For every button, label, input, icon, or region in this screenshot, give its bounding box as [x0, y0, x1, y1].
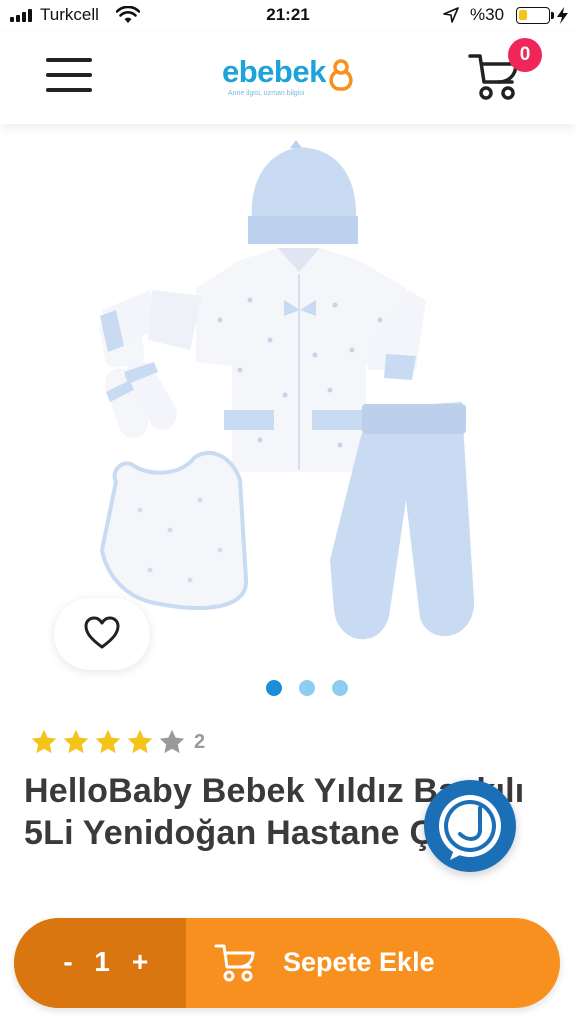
chat-support-button[interactable]: [424, 780, 516, 872]
battery-tip: [551, 12, 554, 19]
gallery-dot-2[interactable]: [299, 680, 315, 696]
cart-count-badge: 0: [508, 38, 542, 72]
location-arrow-icon: [443, 7, 459, 23]
star-filled-icon: [95, 729, 121, 754]
menu-button[interactable]: [46, 58, 92, 96]
heart-outline-icon: [84, 616, 120, 649]
star-filled-icon: [31, 729, 57, 754]
battery-percent: %30: [470, 5, 505, 24]
logo-text: ebebek: [222, 54, 326, 89]
gallery-pagination: [266, 680, 348, 696]
hamburger-icon: [46, 58, 92, 62]
rating-count: 2: [194, 730, 206, 753]
star-empty-icon: [159, 729, 185, 754]
star-filled-icon: [63, 729, 89, 754]
charging-bolt-icon: [557, 7, 568, 24]
battery-icon: [516, 7, 550, 24]
quantity-value: 1: [94, 946, 110, 977]
add-to-cart-button[interactable]: Sepete Ekle: [186, 918, 560, 1008]
logo-tagline: Anne ilgisi, uzman bilgisi: [228, 90, 305, 97]
add-to-cart-label: Sepete Ekle: [283, 947, 435, 977]
favorite-button[interactable]: [54, 598, 150, 670]
star-filled-icon: [127, 729, 153, 754]
gallery-dot-1[interactable]: [266, 680, 282, 696]
quantity-increase-button[interactable]: +: [126, 944, 154, 980]
product-image[interactable]: [90, 140, 490, 660]
smile-chat-icon: [439, 795, 501, 860]
battery-level: [519, 10, 527, 20]
quantity-decrease-button[interactable]: -: [56, 944, 80, 980]
product-photo: [99, 140, 475, 640]
quantity-stepper: - 1 +: [14, 918, 186, 1008]
add-to-cart-bar: - 1 + Sepete Ekle: [14, 918, 560, 1008]
gallery-dot-3[interactable]: [332, 680, 348, 696]
logo-mark-icon: [329, 59, 353, 91]
stroller-cart-icon: [214, 944, 255, 982]
brand-logo[interactable]: ebebek Anne ilgisi, uzman bilgisi: [222, 54, 362, 104]
app-header: ebebek Anne ilgisi, uzman bilgisi 0: [0, 32, 576, 124]
product-rating[interactable]: 2: [30, 728, 205, 756]
status-bar: Turkcell 21:21 %30: [0, 0, 576, 32]
